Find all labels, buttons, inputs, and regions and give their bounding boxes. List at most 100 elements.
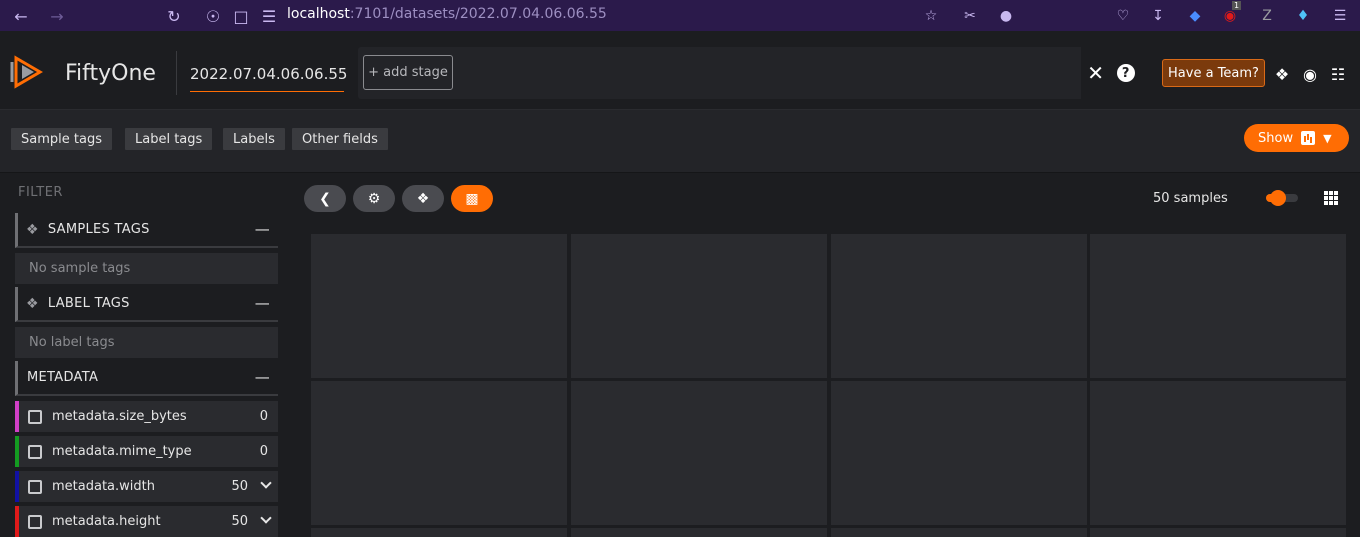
extension-screenshot-icon[interactable]: ✂: [960, 6, 980, 26]
extension-badge: 1: [1232, 1, 1242, 10]
metadata-width-row[interactable]: metadata.width 50: [15, 471, 278, 502]
group-title: METADATA: [27, 370, 99, 385]
grid-toolbar: ❮ ⚙ ❖ ▩ 50 samples: [298, 174, 1360, 222]
extension-z-icon[interactable]: Z: [1257, 6, 1277, 26]
browser-toolbar: ← → ↻ ☉ □ ☰ localhost:7101/datasets/2022…: [0, 0, 1360, 31]
sample-tile[interactable]: [1090, 234, 1346, 378]
patches-button[interactable]: ▩: [451, 185, 493, 212]
sample-tile[interactable]: [571, 234, 827, 378]
sample-tile[interactable]: [1090, 528, 1346, 537]
field-count: 50: [231, 479, 248, 494]
sample-tile[interactable]: [311, 381, 567, 525]
app-header: FiftyOne 2022.07.04.06.06.55 + add stage…: [0, 31, 1360, 110]
collapse-icon[interactable]: —: [255, 220, 270, 238]
bar-chart-icon: [1301, 131, 1316, 145]
sample-tile[interactable]: [311, 528, 567, 537]
add-stage-button[interactable]: + add stage: [363, 55, 453, 90]
docs-book-icon[interactable]: ☷: [1328, 64, 1348, 84]
downloads-icon[interactable]: ↧: [1148, 6, 1168, 26]
collapse-icon[interactable]: —: [255, 368, 270, 386]
sample-tags-button[interactable]: Sample tags: [11, 128, 112, 150]
view-bar-actions: ✕ ?: [1081, 47, 1141, 99]
field-count: 0: [259, 409, 268, 424]
sample-tile[interactable]: [571, 528, 827, 537]
other-fields-button[interactable]: Other fields: [292, 128, 388, 150]
chevron-down-icon[interactable]: [260, 477, 272, 489]
field-checkbox[interactable]: [28, 479, 42, 494]
view-bar[interactable]: + add stage ✕ ?: [358, 47, 1141, 99]
permissions-icon[interactable]: ☰: [258, 5, 280, 27]
group-metadata[interactable]: METADATA —: [15, 361, 278, 396]
bookmark-star-icon[interactable]: ☆: [921, 6, 941, 26]
tag-icon: ❖: [26, 221, 39, 238]
ublock-icon[interactable]: ◉ 1: [1220, 1, 1242, 26]
field-name: metadata.size_bytes: [52, 409, 187, 424]
metadata-mime-type-row[interactable]: metadata.mime_type 0: [15, 436, 278, 467]
sample-tile[interactable]: [831, 381, 1087, 525]
have-a-team-button[interactable]: Have a Team?: [1162, 59, 1265, 87]
github-icon[interactable]: ◉: [1300, 64, 1320, 84]
field-filter-bar: Sample tags Label tags Labels Other fiel…: [0, 110, 1360, 173]
field-name: metadata.height: [52, 514, 161, 529]
tag-icon: ❖: [416, 190, 430, 207]
show-panel-button[interactable]: Show ▼: [1244, 124, 1349, 152]
group-title: SAMPLES TAGS: [47, 222, 150, 237]
brand-name[interactable]: FiftyOne: [65, 61, 156, 86]
field-count: 0: [259, 444, 268, 459]
url-host: localhost: [287, 6, 350, 22]
metadata-height-row[interactable]: metadata.height 50: [15, 506, 278, 537]
sample-tile[interactable]: [311, 234, 567, 378]
page-icon: □: [233, 6, 249, 26]
extension-diamond-icon[interactable]: ◆: [1185, 6, 1205, 26]
slack-icon[interactable]: ❖: [1272, 64, 1292, 84]
tag-icon: ❖: [26, 295, 39, 312]
field-checkbox[interactable]: [28, 514, 42, 529]
field-color-bar: [15, 506, 19, 537]
field-count: 50: [231, 514, 248, 529]
gear-icon: ⚙: [367, 190, 381, 207]
field-name: metadata.width: [52, 479, 155, 494]
group-samples-tags[interactable]: ❖ SAMPLES TAGS —: [15, 213, 278, 248]
dataset-selector[interactable]: 2022.07.04.06.06.55: [190, 65, 347, 92]
patches-icon: ▩: [465, 190, 479, 207]
empty-label-tags: No label tags: [15, 327, 278, 358]
collapse-icon[interactable]: —: [255, 294, 270, 312]
chevron-down-icon[interactable]: [260, 512, 272, 524]
sample-tile[interactable]: [1090, 381, 1346, 525]
empty-sample-tags: No sample tags: [15, 253, 278, 284]
shield-icon[interactable]: ☉: [202, 5, 224, 27]
tag-button[interactable]: ❖: [402, 185, 444, 212]
field-name: metadata.mime_type: [52, 444, 192, 459]
sample-tile[interactable]: [831, 528, 1087, 537]
group-label-tags[interactable]: ❖ LABEL TAGS —: [15, 287, 278, 322]
sample-tile[interactable]: [831, 234, 1087, 378]
grid-view-icon[interactable]: [1324, 191, 1338, 205]
settings-button[interactable]: ⚙: [353, 185, 395, 212]
reload-icon[interactable]: ↻: [163, 5, 185, 27]
extension-gem-icon[interactable]: ♦: [1293, 6, 1313, 26]
label-tags-button[interactable]: Label tags: [125, 128, 213, 150]
filter-title: FILTER: [18, 185, 63, 200]
labels-button[interactable]: Labels: [223, 128, 285, 150]
field-color-bar: [15, 471, 19, 502]
slider-handle[interactable]: [1270, 190, 1286, 206]
forward-icon[interactable]: →: [46, 5, 68, 27]
back-icon[interactable]: ←: [10, 5, 32, 27]
menu-icon[interactable]: ☰: [1330, 6, 1350, 26]
field-checkbox[interactable]: [28, 409, 42, 424]
clear-view-icon[interactable]: ✕: [1087, 61, 1104, 85]
filter-sidebar: FILTER ❖ SAMPLES TAGS — No sample tags ❖…: [0, 174, 290, 537]
chevron-left-icon: ❮: [319, 190, 331, 207]
collapse-sidebar-button[interactable]: ❮: [304, 185, 346, 212]
sample-tile[interactable]: [571, 381, 827, 525]
header-divider: [176, 51, 177, 95]
field-checkbox[interactable]: [28, 444, 42, 459]
pocket-icon[interactable]: ♡: [1113, 6, 1133, 26]
chevron-down-icon: ▼: [1323, 131, 1332, 145]
metadata-size-bytes-row[interactable]: metadata.size_bytes 0: [15, 401, 278, 432]
url-bar[interactable]: localhost:7101/datasets/2022.07.04.06.06…: [287, 6, 607, 22]
extension-balls-icon[interactable]: ●: [996, 6, 1016, 26]
help-icon[interactable]: ?: [1116, 64, 1135, 82]
grid-zoom-slider[interactable]: [1258, 190, 1300, 206]
fiftyone-logo-icon[interactable]: [10, 52, 50, 92]
